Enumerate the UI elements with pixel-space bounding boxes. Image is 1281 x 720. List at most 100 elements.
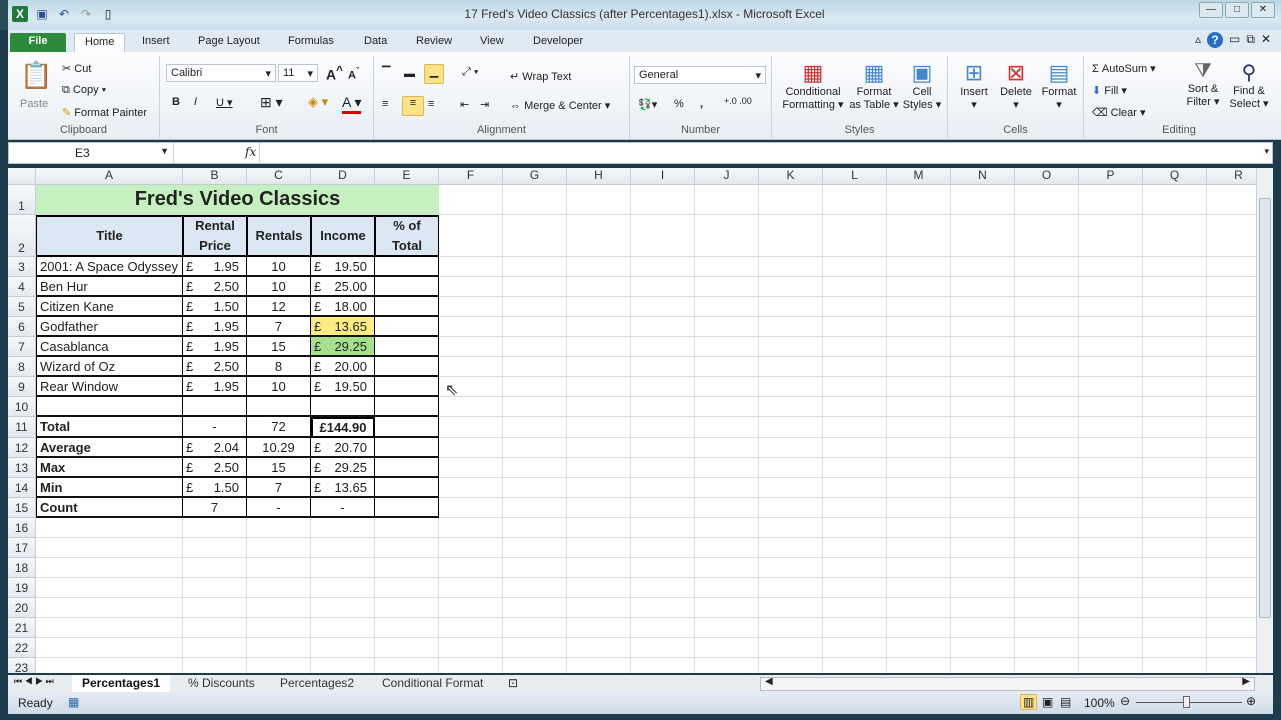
table-cell[interactable]: £2.50 xyxy=(183,357,247,377)
cell[interactable] xyxy=(823,518,887,538)
table-cell[interactable]: 7 xyxy=(183,498,247,518)
cell[interactable] xyxy=(439,618,503,638)
vertical-scroll-thumb[interactable] xyxy=(1259,198,1271,618)
worksheet-grid[interactable]: A B C D E F G H I J K L M N O P Q R 1 2 3 4 5 6 7 8 9 10 11 12 13 14 15 1… xyxy=(8,168,1256,673)
cell[interactable] xyxy=(951,257,1015,277)
vertical-scrollbar[interactable] xyxy=(1256,168,1273,673)
cell[interactable] xyxy=(567,578,631,598)
cell[interactable] xyxy=(759,337,823,357)
row-header-10[interactable]: 10 xyxy=(8,397,36,417)
cell[interactable] xyxy=(1079,478,1143,498)
cell[interactable] xyxy=(567,377,631,397)
row-header-4[interactable]: 4 xyxy=(8,277,36,297)
row-header-15[interactable]: 15 xyxy=(8,498,36,518)
comma-style-button[interactable]: , xyxy=(700,98,703,110)
table-cell[interactable] xyxy=(375,498,439,518)
cell[interactable] xyxy=(631,317,695,337)
cell[interactable] xyxy=(183,658,247,673)
font-color-icon[interactable]: A ▾ xyxy=(342,94,362,114)
cell[interactable] xyxy=(1015,598,1079,618)
close-button[interactable]: ✕ xyxy=(1251,2,1275,18)
cell[interactable] xyxy=(887,498,951,518)
column-header-J[interactable]: J xyxy=(695,168,759,185)
cell[interactable] xyxy=(823,417,887,438)
cell[interactable] xyxy=(631,357,695,377)
cell[interactable] xyxy=(695,337,759,357)
cell[interactable] xyxy=(631,377,695,397)
cell[interactable] xyxy=(567,598,631,618)
cell[interactable] xyxy=(1143,458,1207,478)
table-cell[interactable] xyxy=(247,397,311,417)
maximize-button[interactable]: □ xyxy=(1225,2,1249,18)
row-header-11[interactable]: 11 xyxy=(8,417,36,438)
cell[interactable] xyxy=(759,215,823,257)
tab-insert[interactable]: Insert xyxy=(132,33,180,52)
cell[interactable] xyxy=(247,518,311,538)
table-cell[interactable] xyxy=(375,317,439,337)
cell[interactable] xyxy=(375,638,439,658)
cell[interactable] xyxy=(1207,317,1256,337)
clear-button[interactable]: ⌫ Clear ▾ xyxy=(1092,106,1146,119)
cell[interactable] xyxy=(567,538,631,558)
tab-developer[interactable]: Developer xyxy=(523,33,593,52)
table-cell[interactable]: Average xyxy=(36,438,183,458)
cell[interactable] xyxy=(759,377,823,397)
cell[interactable] xyxy=(1015,438,1079,458)
table-cell[interactable]: - xyxy=(247,498,311,518)
cell[interactable] xyxy=(759,458,823,478)
cell[interactable] xyxy=(1079,618,1143,638)
cell[interactable] xyxy=(951,357,1015,377)
cell[interactable] xyxy=(759,357,823,377)
table-cell[interactable]: 7 xyxy=(247,478,311,498)
cell[interactable] xyxy=(36,538,183,558)
column-heading-cell[interactable]: Income xyxy=(311,215,375,257)
cell[interactable] xyxy=(823,337,887,357)
cell[interactable] xyxy=(311,598,375,618)
cell[interactable] xyxy=(1143,638,1207,658)
underline-button[interactable]: U ▾ xyxy=(216,96,233,109)
cell[interactable] xyxy=(951,438,1015,458)
cell[interactable] xyxy=(1079,578,1143,598)
cell[interactable] xyxy=(1207,277,1256,297)
table-cell[interactable]: 10 xyxy=(247,277,311,297)
zoom-in-icon[interactable]: ⊕ xyxy=(1246,694,1256,708)
cell[interactable] xyxy=(823,538,887,558)
cell[interactable] xyxy=(759,277,823,297)
column-header-K[interactable]: K xyxy=(759,168,823,185)
workbook-close-icon[interactable]: ✕ xyxy=(1261,32,1271,48)
cell[interactable] xyxy=(887,397,951,417)
cell[interactable] xyxy=(631,518,695,538)
cell[interactable] xyxy=(631,337,695,357)
row-header-9[interactable]: 9 xyxy=(8,377,36,397)
cell[interactable] xyxy=(1143,257,1207,277)
cell[interactable] xyxy=(695,478,759,498)
cell[interactable] xyxy=(1015,337,1079,357)
sheet-tab-conditional-format[interactable]: Conditional Format xyxy=(372,675,493,692)
table-cell[interactable]: £29.25 xyxy=(311,458,375,478)
cell[interactable] xyxy=(567,638,631,658)
cell[interactable] xyxy=(1207,558,1256,578)
cell[interactable] xyxy=(1207,337,1256,357)
column-header-F[interactable]: F xyxy=(439,168,503,185)
cell[interactable] xyxy=(695,277,759,297)
cell[interactable] xyxy=(503,215,567,257)
table-cell[interactable]: Ben Hur xyxy=(36,277,183,297)
table-cell[interactable]: £13.65 xyxy=(311,317,375,337)
table-cell[interactable]: £13.65 xyxy=(311,478,375,498)
cell[interactable] xyxy=(503,658,567,673)
cell[interactable] xyxy=(567,618,631,638)
row-header-7[interactable]: 7 xyxy=(8,337,36,357)
cell[interactable] xyxy=(1015,377,1079,397)
table-cell[interactable] xyxy=(375,357,439,377)
cell[interactable] xyxy=(951,297,1015,317)
cell[interactable] xyxy=(759,578,823,598)
column-heading-cell[interactable]: % of Total xyxy=(375,215,439,257)
cell[interactable] xyxy=(1143,215,1207,257)
cell[interactable] xyxy=(439,397,503,417)
cell[interactable] xyxy=(567,337,631,357)
cell[interactable] xyxy=(183,558,247,578)
cell[interactable] xyxy=(951,638,1015,658)
table-cell[interactable]: £19.50 xyxy=(311,257,375,277)
cell[interactable] xyxy=(503,498,567,518)
cell[interactable] xyxy=(1207,538,1256,558)
